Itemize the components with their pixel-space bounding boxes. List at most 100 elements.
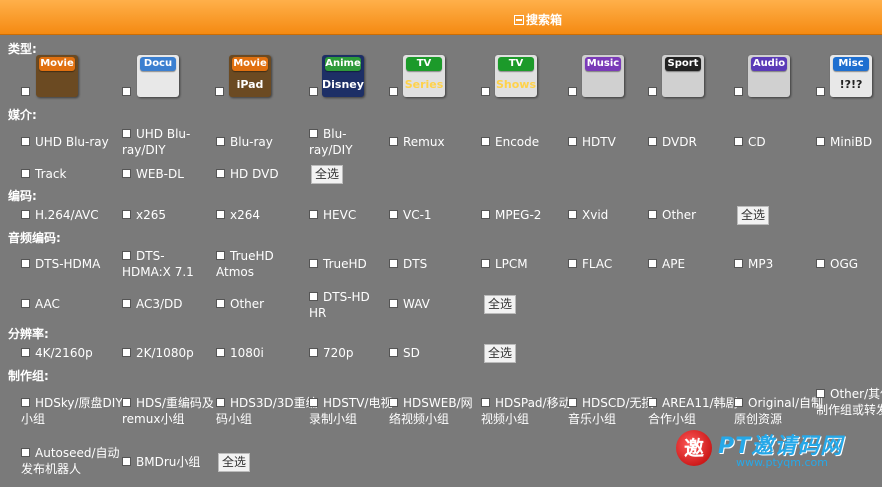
medium-option-label[interactable]: Remux <box>403 134 445 150</box>
medium-option-checkbox[interactable] <box>816 137 825 146</box>
resolution-option-checkbox[interactable] <box>309 348 318 357</box>
group-option-label[interactable]: Original/自制原创资源 <box>734 395 828 427</box>
codec-option-label[interactable]: Other <box>662 207 696 223</box>
codec-option-label[interactable]: MPEG-2 <box>495 207 541 223</box>
group-option-label[interactable]: Autoseed/自动发布机器人 <box>21 445 131 477</box>
type-dolby-icon[interactable]: Audio <box>748 55 790 97</box>
medium-select-all[interactable]: 全选 <box>311 165 344 184</box>
type-checkbox[interactable] <box>816 87 825 96</box>
type-ipad-icon[interactable]: Movie iPad <box>229 55 271 97</box>
audio-option-label[interactable]: LPCM <box>495 256 528 272</box>
audio-option-checkbox[interactable] <box>648 259 657 268</box>
audio-option-label[interactable]: Other <box>230 296 264 312</box>
resolution-option-label[interactable]: 720p <box>323 345 354 361</box>
medium-option-label[interactable]: Blu-ray <box>230 134 273 150</box>
codec-option-checkbox[interactable] <box>309 210 318 219</box>
medium-option-label[interactable]: MiniBD <box>830 134 872 150</box>
audio-option-checkbox[interactable] <box>122 299 131 308</box>
group-option-label[interactable]: HDSPad/移动视频小组 <box>481 395 573 427</box>
medium-option-checkbox[interactable] <box>481 137 490 146</box>
type-disney-icon[interactable]: Anime Disney <box>322 55 364 97</box>
medium-option-label[interactable]: CD <box>748 134 766 150</box>
type-tv-shows-icon[interactable]: TV Shows <box>495 55 537 97</box>
audio-option-checkbox[interactable] <box>389 259 398 268</box>
audio-option-label[interactable]: FLAC <box>582 256 612 272</box>
medium-option-label[interactable]: Encode <box>495 134 539 150</box>
medium-option-label[interactable]: UHD Blu-ray <box>35 134 109 150</box>
audio-option-checkbox[interactable] <box>216 299 225 308</box>
audio-option-checkbox[interactable] <box>389 299 398 308</box>
resolution-option-checkbox[interactable] <box>216 348 225 357</box>
medium-option-checkbox[interactable] <box>216 137 225 146</box>
type-atom-icon[interactable]: Docu <box>137 55 179 97</box>
codec-option-checkbox[interactable] <box>481 210 490 219</box>
codec-option-checkbox[interactable] <box>122 210 131 219</box>
type-film-reel-icon[interactable]: Movie <box>36 55 78 97</box>
codec-option-label[interactable]: H.264/AVC <box>35 207 99 223</box>
audio-option-checkbox[interactable] <box>481 259 490 268</box>
group-option-label[interactable]: BMDru小组 <box>136 454 200 470</box>
audio-option-checkbox[interactable] <box>21 259 30 268</box>
audio-option-checkbox[interactable] <box>816 259 825 268</box>
audio-option-label[interactable]: DTS <box>403 256 427 272</box>
group-option-checkbox[interactable] <box>122 457 131 466</box>
search-box-title[interactable]: 搜索箱 <box>514 11 562 28</box>
type-checkbox[interactable] <box>21 87 30 96</box>
group-option-label[interactable]: HDS3D/3D重编码小组 <box>216 395 318 427</box>
type-misc-icon[interactable]: Misc!?!? <box>830 55 872 97</box>
group-option-label[interactable]: HDSTV/电视录制小组 <box>309 395 399 427</box>
medium-option-checkbox[interactable] <box>734 137 743 146</box>
codec-option-label[interactable]: x265 <box>136 207 166 223</box>
medium-option-label[interactable]: HDTV <box>582 134 616 150</box>
group-option-label[interactable]: HDSky/原盘DIY小组 <box>21 395 125 427</box>
codec-select-all[interactable]: 全选 <box>737 206 770 225</box>
resolution-option-checkbox[interactable] <box>21 348 30 357</box>
audio-option-label[interactable]: DTS-HDMA:X 7.1 <box>122 248 208 280</box>
resolution-option-label[interactable]: SD <box>403 345 420 361</box>
type-checkbox[interactable] <box>734 87 743 96</box>
medium-option-label[interactable]: HD DVD <box>230 166 279 182</box>
codec-option-label[interactable]: HEVC <box>323 207 356 223</box>
resolution-option-label[interactable]: 4K/2160p <box>35 345 93 361</box>
resolution-option-checkbox[interactable] <box>389 348 398 357</box>
codec-option-checkbox[interactable] <box>389 210 398 219</box>
codec-option-label[interactable]: VC-1 <box>403 207 432 223</box>
medium-option-label[interactable]: WEB-DL <box>136 166 184 182</box>
medium-option-checkbox[interactable] <box>122 169 131 178</box>
medium-option-label[interactable]: DVDR <box>662 134 697 150</box>
codec-option-checkbox[interactable] <box>568 210 577 219</box>
medium-option-label[interactable]: UHD Blu-ray/DIY <box>122 126 206 158</box>
type-checkbox[interactable] <box>309 87 318 96</box>
audio-option-label[interactable]: AAC <box>35 296 60 312</box>
group-option-label[interactable]: Other/其他制作组或转发源 <box>816 386 882 418</box>
type-checkbox[interactable] <box>122 87 131 96</box>
medium-option-label[interactable]: Blu-ray/DIY <box>309 126 373 158</box>
codec-option-checkbox[interactable] <box>648 210 657 219</box>
audio-option-label[interactable]: DTS-HDMA <box>35 256 100 272</box>
medium-option-checkbox[interactable] <box>216 169 225 178</box>
audio-option-checkbox[interactable] <box>21 299 30 308</box>
codec-option-checkbox[interactable] <box>216 210 225 219</box>
codec-option-label[interactable]: Xvid <box>582 207 608 223</box>
type-tv-series-icon[interactable]: TV Series <box>403 55 445 97</box>
type-checkbox[interactable] <box>568 87 577 96</box>
medium-option-label[interactable]: Track <box>35 166 66 182</box>
resolution-option-checkbox[interactable] <box>122 348 131 357</box>
audio-option-checkbox[interactable] <box>309 259 318 268</box>
group-option-label[interactable]: AREA11/韩剧合作小组 <box>648 395 738 427</box>
medium-option-checkbox[interactable] <box>21 137 30 146</box>
resolution-option-label[interactable]: 1080i <box>230 345 264 361</box>
medium-option-checkbox[interactable] <box>21 169 30 178</box>
codec-option-label[interactable]: x264 <box>230 207 260 223</box>
audio-option-label[interactable]: DTS-HD HR <box>309 289 385 321</box>
group-select-all[interactable]: 全选 <box>218 453 251 472</box>
type-checkbox[interactable] <box>215 87 224 96</box>
medium-option-checkbox[interactable] <box>568 137 577 146</box>
audio-option-label[interactable]: APE <box>662 256 685 272</box>
audio-option-label[interactable]: WAV <box>403 296 430 312</box>
group-option-label[interactable]: HDS/重编码及remux小组 <box>122 395 228 427</box>
collapse-icon[interactable] <box>514 15 524 25</box>
audio-option-label[interactable]: AC3/DD <box>136 296 183 312</box>
audio-option-label[interactable]: OGG <box>830 256 858 272</box>
resolution-option-label[interactable]: 2K/1080p <box>136 345 194 361</box>
